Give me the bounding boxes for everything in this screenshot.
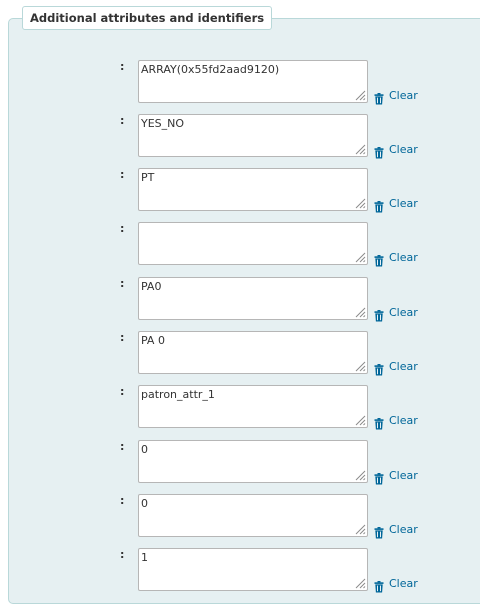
clear-link-label: Clear bbox=[389, 577, 418, 590]
attribute-row: : PT Clear bbox=[0, 168, 480, 213]
clear-link-label: Clear bbox=[389, 143, 418, 156]
clear-link-label: Clear bbox=[389, 469, 418, 482]
clear-link-label: Clear bbox=[389, 197, 418, 210]
attribute-row: : 0 Clear bbox=[0, 494, 480, 539]
attribute-value-text: 0 bbox=[141, 497, 148, 510]
attribute-row: : PA 0 Clear bbox=[0, 331, 480, 376]
resize-grip-icon[interactable] bbox=[354, 523, 366, 535]
clear-link-label: Clear bbox=[389, 414, 418, 427]
attribute-label: : bbox=[120, 168, 125, 181]
attribute-row: : YES_NO Clear bbox=[0, 114, 480, 159]
clear-link[interactable]: Clear bbox=[374, 469, 418, 485]
attribute-label: : bbox=[120, 548, 125, 561]
attribute-value-text: PA 0 bbox=[141, 334, 165, 347]
resize-grip-icon[interactable] bbox=[354, 306, 366, 318]
attribute-value-textarea[interactable]: 0 bbox=[138, 440, 368, 483]
clear-link-label: Clear bbox=[389, 306, 418, 319]
attribute-label: : bbox=[120, 222, 125, 235]
attribute-value-textarea[interactable]: ARRAY(0x55fd2aad9120) bbox=[138, 60, 368, 103]
attribute-row: : PA0 Clear bbox=[0, 277, 480, 322]
attribute-label: : bbox=[120, 277, 125, 290]
trash-icon bbox=[374, 198, 384, 213]
attribute-value-textarea[interactable]: PT bbox=[138, 168, 368, 211]
clear-link-label: Clear bbox=[389, 360, 418, 373]
clear-link-label: Clear bbox=[389, 251, 418, 264]
attribute-value-text: PA0 bbox=[141, 280, 162, 293]
clear-link[interactable]: Clear bbox=[374, 197, 418, 213]
resize-grip-icon[interactable] bbox=[354, 143, 366, 155]
attribute-row: : 1 Clear bbox=[0, 548, 480, 593]
clear-link[interactable]: Clear bbox=[374, 523, 418, 539]
clear-link[interactable]: Clear bbox=[374, 251, 418, 267]
trash-icon bbox=[374, 578, 384, 593]
attribute-value-textarea[interactable]: 1 bbox=[138, 548, 368, 591]
clear-link[interactable]: Clear bbox=[374, 143, 418, 159]
clear-link[interactable]: Clear bbox=[374, 306, 418, 322]
fieldset-legend: Additional attributes and identifiers bbox=[22, 6, 273, 30]
attribute-value-text: ARRAY(0x55fd2aad9120) bbox=[141, 63, 280, 76]
attribute-label: : bbox=[120, 60, 125, 73]
attribute-row: : ARRAY(0x55fd2aad9120) Clear bbox=[0, 60, 480, 105]
attribute-value-text: 0 bbox=[141, 443, 148, 456]
trash-icon bbox=[374, 415, 384, 430]
trash-icon bbox=[374, 524, 384, 539]
attribute-label: : bbox=[120, 440, 125, 453]
clear-link[interactable]: Clear bbox=[374, 89, 418, 105]
clear-link[interactable]: Clear bbox=[374, 414, 418, 430]
trash-icon bbox=[374, 90, 384, 105]
trash-icon bbox=[374, 307, 384, 322]
attribute-row: : patron_attr_1 Clear bbox=[0, 385, 480, 430]
trash-icon bbox=[374, 470, 384, 485]
resize-grip-icon[interactable] bbox=[354, 360, 366, 372]
attribute-label: : bbox=[120, 494, 125, 507]
resize-grip-icon[interactable] bbox=[354, 197, 366, 209]
resize-grip-icon[interactable] bbox=[354, 469, 366, 481]
attribute-row: : Clear bbox=[0, 222, 480, 267]
attribute-label: : bbox=[120, 331, 125, 344]
trash-icon bbox=[374, 144, 384, 159]
attribute-value-text: 1 bbox=[141, 551, 148, 564]
clear-link[interactable]: Clear bbox=[374, 577, 418, 593]
attribute-value-textarea[interactable]: PA0 bbox=[138, 277, 368, 320]
trash-icon bbox=[374, 252, 384, 267]
trash-icon bbox=[374, 361, 384, 376]
attribute-value-textarea[interactable]: YES_NO bbox=[138, 114, 368, 157]
attribute-value-textarea[interactable]: patron_attr_1 bbox=[138, 385, 368, 428]
attribute-value-textarea[interactable] bbox=[138, 222, 368, 265]
resize-grip-icon[interactable] bbox=[354, 414, 366, 426]
clear-link[interactable]: Clear bbox=[374, 360, 418, 376]
attribute-label: : bbox=[120, 114, 125, 127]
resize-grip-icon[interactable] bbox=[354, 89, 366, 101]
attribute-value-text: patron_attr_1 bbox=[141, 388, 215, 401]
clear-link-label: Clear bbox=[389, 523, 418, 536]
attribute-value-text: YES_NO bbox=[141, 117, 185, 130]
resize-grip-icon[interactable] bbox=[354, 577, 366, 589]
attribute-value-textarea[interactable]: PA 0 bbox=[138, 331, 368, 374]
attribute-value-text: PT bbox=[141, 171, 155, 184]
attribute-value-textarea[interactable]: 0 bbox=[138, 494, 368, 537]
resize-grip-icon[interactable] bbox=[354, 251, 366, 263]
attribute-row: : 0 Clear bbox=[0, 440, 480, 485]
clear-link-label: Clear bbox=[389, 89, 418, 102]
attribute-label: : bbox=[120, 385, 125, 398]
